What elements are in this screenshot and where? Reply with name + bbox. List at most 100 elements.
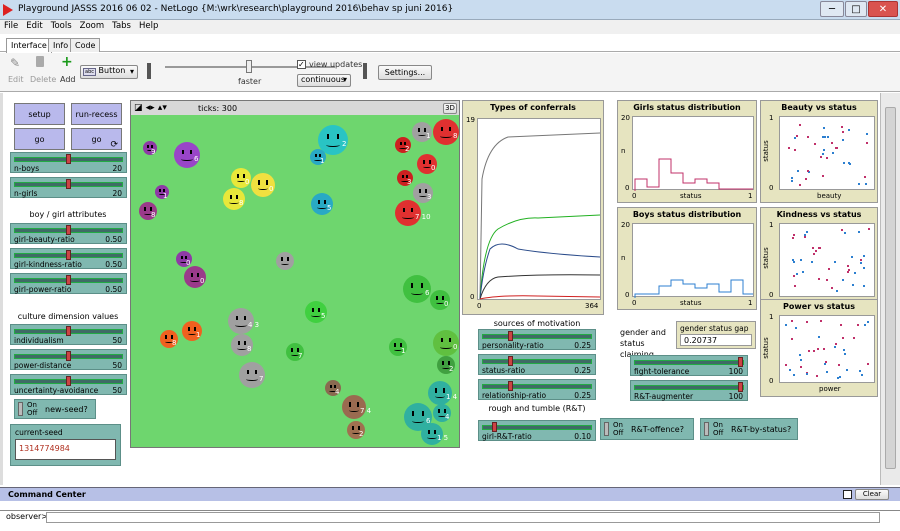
view-updates-checkbox[interactable]: ✓ [297, 60, 306, 69]
current-seed-input[interactable]: 1314774984 [15, 439, 116, 460]
switch-toggle[interactable] [704, 422, 709, 436]
slider-individualism[interactable]: individualism 50 [10, 324, 127, 345]
go-once-button[interactable]: go [14, 128, 65, 150]
series-green [479, 214, 601, 300]
tab-code[interactable]: Code [70, 38, 101, 52]
turtle-label: 0 [186, 259, 191, 267]
face-icon [327, 134, 339, 140]
slider-girl-kindness-ratio[interactable]: girl-kindness-ratio 0.50 [10, 248, 127, 269]
scatter-point [825, 370, 828, 373]
world-view[interactable]: 962118 33 2 0 0 0 8 1 3 3 5 8 7 10 0 0 6 0 5 4 3188710 12… [131, 115, 469, 447]
slider-fight-tolerance[interactable]: fight-tolerance 100 [630, 355, 748, 376]
face-icon [440, 126, 452, 132]
scatter-point [841, 279, 844, 282]
slider-girl-beauty-ratio[interactable]: girl-beauty-ratio 0.50 [10, 223, 127, 244]
add-button[interactable]: Add [60, 75, 76, 84]
maximize-icon[interactable] [843, 490, 852, 499]
slider-girl-rt-ratio[interactable]: girl-R&T-ratio 0.10 [478, 420, 596, 441]
mouth [281, 262, 289, 265]
minimize-button[interactable]: ─ [820, 1, 844, 17]
scatter-point [824, 363, 827, 366]
face-icon [423, 160, 431, 164]
toolbar-separator [147, 63, 151, 79]
face-icon [402, 207, 414, 213]
scatter-point [867, 228, 870, 231]
turtle-label: 5 [321, 312, 326, 320]
scatter-point [796, 272, 799, 275]
clear-button[interactable]: Clear [855, 489, 889, 500]
menu-edit[interactable]: Edit [22, 20, 46, 31]
speed-slider-thumb[interactable] [246, 60, 252, 73]
turtle-label: 6 [194, 155, 199, 163]
plot-beauty-vs-status: Beauty vs status 1 0 status beauty [760, 100, 878, 203]
command-input[interactable] [46, 512, 880, 523]
slider-n-girls[interactable]: n-girls 20 [10, 177, 127, 198]
scatter-point [817, 278, 820, 281]
close-button[interactable]: ✕ [868, 1, 898, 17]
edit-button[interactable]: Edit [8, 75, 24, 84]
menu-help[interactable]: Help [135, 20, 162, 31]
go-forever-button[interactable]: go ⟳ [71, 128, 122, 150]
switch-rt-by-status[interactable]: On Off R&T-by-status? [700, 418, 798, 440]
scatter-point [822, 126, 825, 129]
turtle-label: 3 [407, 178, 412, 186]
scatter-point [866, 321, 869, 324]
turtle-label: 1 4 [446, 393, 458, 401]
switch-toggle[interactable] [604, 422, 609, 436]
scatter-point [862, 284, 865, 287]
scatter-point [812, 252, 815, 255]
title-bar: Playground JASSS 2016 06 02 - NetLogo {M… [0, 0, 900, 20]
mouth [326, 142, 340, 147]
vertical-scrollbar[interactable] [880, 93, 900, 485]
observer-prompt[interactable]: observer> [6, 512, 48, 521]
scrollbar-thumb[interactable] [885, 107, 896, 469]
power-scatter-area [779, 315, 875, 383]
scatter-point [843, 349, 846, 352]
mouth [440, 345, 452, 349]
scatter-point [854, 271, 857, 274]
run-recess-button[interactable]: run-recess [71, 103, 122, 125]
menu-file[interactable]: File [0, 20, 22, 31]
slider-rt-augmenter[interactable]: R&T-augmenter 100 [630, 380, 748, 401]
update-mode-select[interactable]: continuous ▾ [297, 74, 351, 87]
chevron-down-icon: ▾ [129, 67, 134, 76]
scatter-point [808, 349, 811, 352]
face-icon [419, 189, 427, 193]
face-icon [317, 199, 327, 204]
slider-girl-power-ratio[interactable]: girl-power-ratio 0.50 [10, 273, 127, 294]
view-controls-icon[interactable]: ◪ ◂▸ ▴▾ [134, 103, 167, 113]
slider-uncertainty-avoidance[interactable]: uncertainty-avoidance 50 [10, 374, 127, 395]
menu-tabs[interactable]: Tabs [108, 20, 135, 31]
scatter-point [788, 147, 791, 150]
scatter-point [866, 133, 869, 136]
slider-power-distance[interactable]: power-distance 50 [10, 349, 127, 370]
tab-interface[interactable]: Interface [6, 38, 52, 53]
scatter-point [806, 320, 809, 323]
setup-button[interactable]: setup [14, 103, 65, 125]
3d-button[interactable]: 3D [443, 103, 457, 114]
menu-zoom[interactable]: Zoom [76, 20, 109, 31]
widget-type-select[interactable]: abc Button ▾ [80, 65, 138, 79]
switch-toggle[interactable] [18, 402, 23, 416]
scatter-point [826, 278, 829, 281]
scatter-point [847, 129, 850, 132]
delete-button[interactable]: Delete [30, 75, 56, 84]
slider-status-ratio[interactable]: status-ratio 0.25 [478, 354, 596, 375]
mouth [411, 419, 425, 424]
settings-button[interactable]: Settings... [378, 65, 432, 80]
attributes-note: boy / girl attributes [29, 210, 107, 219]
slider-n-boys[interactable]: n-boys 20 [10, 152, 127, 173]
maximize-button[interactable]: □ [845, 1, 867, 17]
mouth [317, 206, 327, 209]
menu-tools[interactable]: Tools [47, 20, 76, 31]
scatter-point [815, 375, 818, 378]
switch-new-seed[interactable]: On Off new-seed? [14, 399, 96, 419]
slider-relationship-ratio[interactable]: relationship-ratio 0.25 [478, 379, 596, 400]
switch-rt-offence[interactable]: On Off R&T-offence? [600, 418, 694, 440]
face-icon [411, 283, 423, 289]
scatter-point [838, 364, 841, 367]
turtle-label: 8 [172, 339, 177, 347]
scatter-point [831, 142, 834, 145]
slider-personality-ratio[interactable]: personality-ratio 0.25 [478, 329, 596, 350]
gender-status-gap-monitor: gender status gap 0.20737 [676, 321, 756, 349]
